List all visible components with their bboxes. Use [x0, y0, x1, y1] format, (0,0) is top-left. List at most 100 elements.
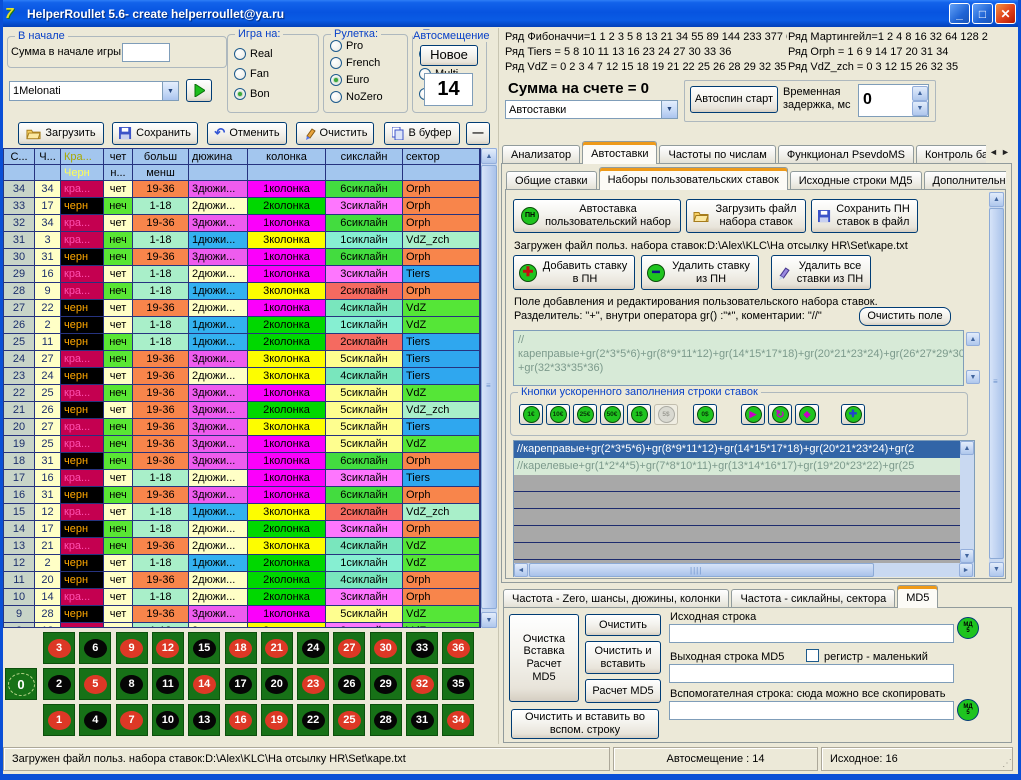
chip-button-0$[interactable]: 0$: [693, 404, 717, 425]
chip-button-1€[interactable]: 1€: [519, 404, 543, 425]
history-row[interactable]: 1321кра...неч19-362дюжи...3колонка4сикла…: [4, 538, 480, 555]
roulette-cell-23[interactable]: 23: [297, 668, 329, 700]
preset-combo[interactable]: 1Melonati ▼: [9, 81, 179, 101]
freq-tab-2[interactable]: Частота - сиклайны, сектора: [731, 589, 895, 608]
sub-tab-2[interactable]: Наборы пользовательских ставок: [599, 167, 788, 190]
autospin-start-button[interactable]: Автоспин старт: [690, 86, 778, 113]
roulette-cell-22[interactable]: 22: [297, 704, 329, 736]
history-row[interactable]: 1512кра...чет1-181дюжи...3колонка2сиклай…: [4, 504, 480, 521]
delete-bet-button[interactable]: ━ Удалить ставку из ПН: [641, 255, 759, 290]
freq-tab-3[interactable]: MD5: [897, 585, 938, 608]
md5-clear-paste-button[interactable]: Очистить и вставить: [585, 641, 661, 674]
radio-option-french[interactable]: French: [330, 55, 407, 70]
roulette-cell-34[interactable]: 34: [442, 704, 474, 736]
chip-button-10€[interactable]: 10€: [546, 404, 570, 425]
spinner-up-icon[interactable]: ▲: [912, 86, 928, 101]
history-row[interactable]: 1631черннеч19-363дюжи...1колонка6сиклайн…: [4, 487, 480, 504]
md5-aux-input[interactable]: [669, 701, 954, 720]
history-row[interactable]: 2916кра...чет1-182дюжи...1колонка3сиклай…: [4, 266, 480, 283]
main-tab-2[interactable]: Автоставки: [582, 141, 657, 164]
sub-tab-1[interactable]: Общие ставки: [506, 171, 597, 190]
history-row[interactable]: 313кра...неч1-181дюжи...3колонка1сиклайн…: [4, 232, 480, 249]
history-row[interactable]: 289кра...неч1-181дюжи...3колонка2сиклайн…: [4, 283, 480, 300]
bet-list-empty-row[interactable]: [514, 526, 960, 543]
md5-stack-button[interactable]: Очистка Вставка Расчет MD5: [509, 614, 579, 702]
history-row[interactable]: 2225кра...неч19-363дюжи...1колонка5сикла…: [4, 385, 480, 402]
scroll-down-icon[interactable]: ▼: [960, 549, 974, 563]
to-buffer-button[interactable]: В буфер: [384, 122, 460, 145]
main-tab-4[interactable]: Функционал PsevdoMS: [778, 145, 914, 164]
history-row[interactable]: 2126чернчет19-363дюжи...2колонка5сиклайн…: [4, 402, 480, 419]
resize-grip[interactable]: ⋰: [1002, 758, 1012, 769]
tabs-scroll-right-icon[interactable]: ►: [1001, 147, 1010, 157]
panel-scrollbar[interactable]: ▲ ≡ ▼: [989, 192, 1004, 577]
roulette-cell-33[interactable]: 33: [406, 632, 438, 664]
minimize-button[interactable]: _: [949, 3, 970, 24]
chip-button-50€[interactable]: 50€: [600, 404, 624, 425]
autoshift-new-button[interactable]: Новое: [420, 45, 478, 66]
main-tab-1[interactable]: Анализатор: [502, 145, 580, 164]
md5-source-input[interactable]: [669, 624, 954, 643]
scroll-up-icon[interactable]: ▲: [481, 148, 497, 164]
bet-list-empty-row[interactable]: [514, 475, 960, 492]
history-row[interactable]: 1716кра...чет1-182дюжи...1колонка3сиклай…: [4, 470, 480, 487]
close-button[interactable]: ✕: [995, 3, 1016, 24]
chevron-down-icon[interactable]: ▼: [661, 101, 677, 118]
roulette-cell-25[interactable]: 25: [333, 704, 365, 736]
md5-calc-button[interactable]: Расчет MD5: [585, 679, 661, 703]
roulette-cell-31[interactable]: 31: [406, 704, 438, 736]
radio-option-nozero[interactable]: NoZero: [330, 89, 407, 104]
scroll-left-icon[interactable]: ◄: [514, 563, 528, 577]
roulette-cell-26[interactable]: 26: [333, 668, 365, 700]
maximize-button[interactable]: □: [972, 3, 993, 24]
chevron-down-icon[interactable]: ▼: [162, 82, 178, 100]
start-sum-input[interactable]: [122, 43, 170, 62]
roulette-cell-18[interactable]: 18: [225, 632, 257, 664]
history-scrollbar-thumb[interactable]: ≡: [481, 165, 497, 609]
editor-scroll-down-icon[interactable]: ▼: [966, 370, 980, 384]
random-bets-button[interactable]: ✚: [841, 404, 865, 425]
roulette-cell-1[interactable]: 1: [43, 704, 75, 736]
history-row[interactable]: 3234кра...чет19-363дюжи...1колонка6сикла…: [4, 215, 480, 232]
spinner-down-icon[interactable]: ▼: [912, 101, 928, 116]
roulette-cell-7[interactable]: 7: [116, 704, 148, 736]
delay-spinner[interactable]: 0 ▲ ▼: [858, 84, 929, 117]
roulette-cell-2[interactable]: 2: [43, 668, 75, 700]
main-tab-3[interactable]: Частоты по числам: [659, 145, 775, 164]
history-row[interactable]: 3317черннеч1-182дюжи...2колонка3сиклайнO…: [4, 198, 480, 215]
bet-list-item[interactable]: //карелевые+gr(1*2*4*5)+gr(7*8*10*11)+gr…: [514, 458, 960, 475]
bet-editor-field[interactable]: //кареправые+gr(2*3*5*6)+gr(8*9*11*12)+g…: [513, 330, 964, 386]
bet-list-hscrollbar[interactable]: ◄ |||| ►: [514, 563, 974, 577]
sub-tab-3[interactable]: Исходные строки МД5: [790, 171, 922, 190]
roulette-cell-15[interactable]: 15: [188, 632, 220, 664]
roulette-cell-19[interactable]: 19: [261, 704, 293, 736]
panel-scrollbar-thumb[interactable]: ≡: [989, 208, 1004, 559]
roulette-cell-5[interactable]: 5: [79, 668, 111, 700]
history-row[interactable]: 2722чернчет19-362дюжи...1колонка4сиклайн…: [4, 300, 480, 317]
radio-option-fan[interactable]: Fan: [234, 66, 318, 81]
chip-button-25€[interactable]: 25€: [573, 404, 597, 425]
play-bets-button[interactable]: ▶: [741, 404, 765, 425]
roulette-cell-29[interactable]: 29: [370, 668, 402, 700]
history-row[interactable]: 2027кра...неч19-363дюжи...3колонка5сикла…: [4, 419, 480, 436]
history-row[interactable]: 1014кра...чет1-182дюжи...2колонка3сиклай…: [4, 589, 480, 606]
run-preset-button[interactable]: [186, 79, 212, 102]
roulette-cell-12[interactable]: 12: [152, 632, 184, 664]
roulette-cell-17[interactable]: 17: [225, 668, 257, 700]
hscroll-thumb[interactable]: ||||: [529, 563, 874, 577]
save-set-file-button[interactable]: Сохранить ПН ставок в файл: [811, 199, 918, 233]
tabs-scroll-left-icon[interactable]: ◄: [989, 147, 998, 157]
history-scrollbar[interactable]: ▲ ≡ ▼: [481, 148, 497, 628]
history-row[interactable]: 3031черннеч19-363дюжи...1колонка6сиклайн…: [4, 249, 480, 266]
history-row[interactable]: 2324чернчет19-362дюжи...3колонка4сиклайн…: [4, 368, 480, 385]
delete-all-bets-button[interactable]: Удалить все ставки из ПН: [771, 255, 871, 290]
save-button[interactable]: Сохранить: [112, 122, 198, 145]
history-row[interactable]: 262чернчет1-181дюжи...2колонка1сиклайнVd…: [4, 317, 480, 334]
roulette-cell-24[interactable]: 24: [297, 632, 329, 664]
radio-option-pro[interactable]: Pro: [330, 38, 407, 53]
roulette-cell-6[interactable]: 6: [79, 632, 111, 664]
bet-list-empty-row[interactable]: [514, 543, 960, 560]
roulette-cell-20[interactable]: 20: [261, 668, 293, 700]
roulette-cell-0[interactable]: 0: [5, 668, 37, 700]
history-row[interactable]: 3434кра...чет19-363дюжи...1колонка6сикла…: [4, 181, 480, 198]
